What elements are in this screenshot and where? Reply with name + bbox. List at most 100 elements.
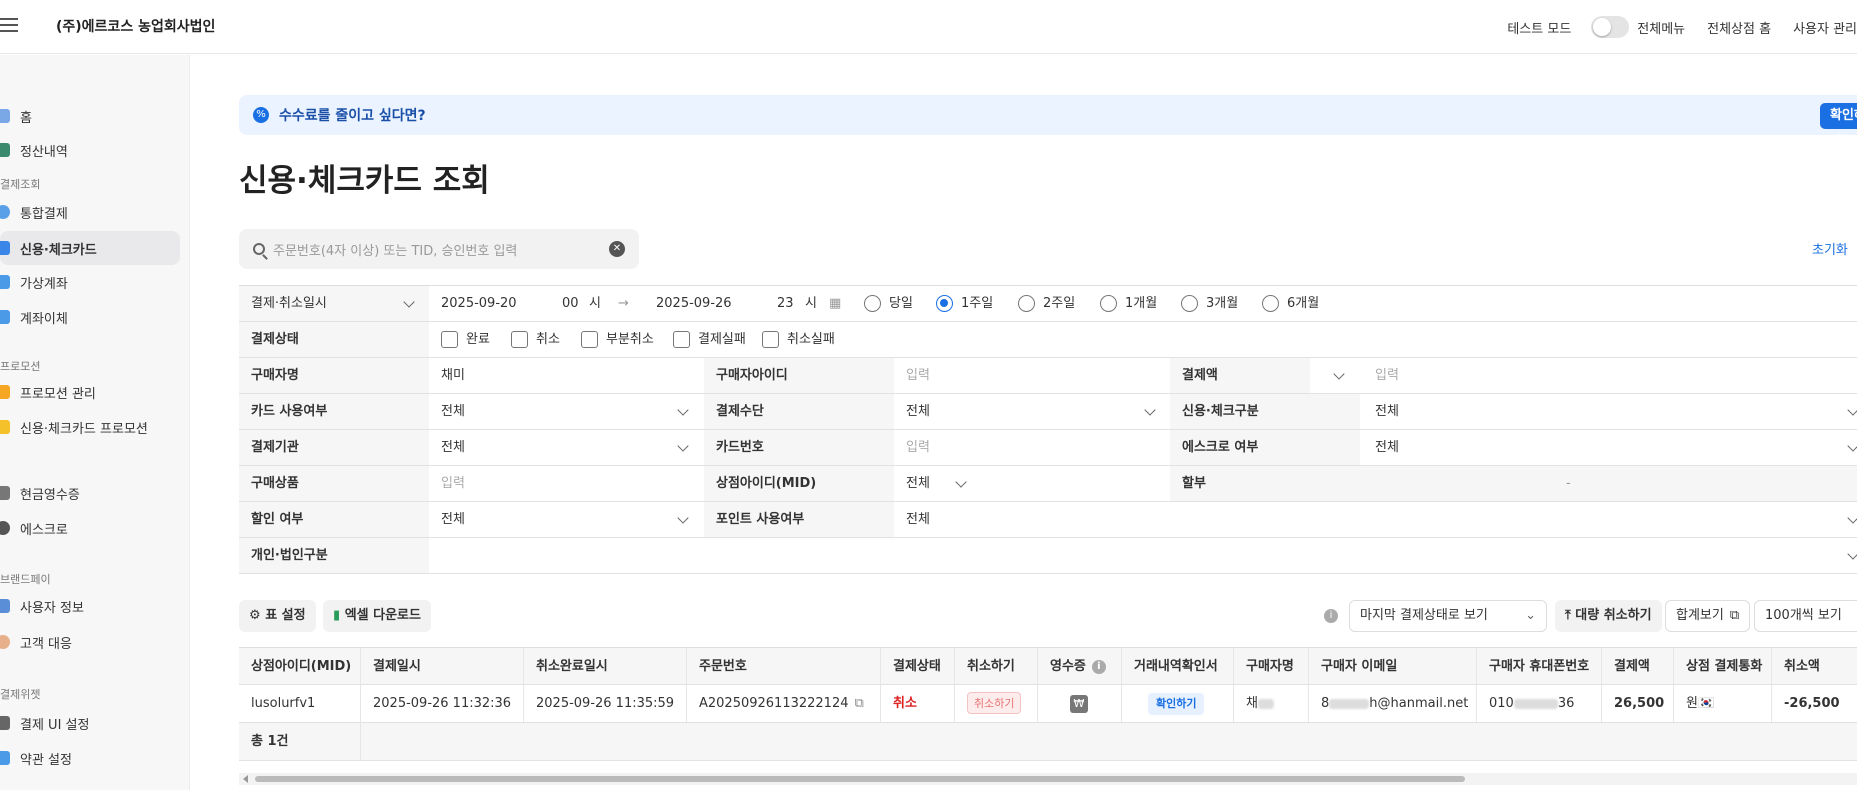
point-select[interactable]: 전체: [906, 502, 930, 537]
cell-paid-at: 2025-09-26 11:32:36: [361, 685, 524, 722]
scroll-left-icon[interactable]: [243, 775, 248, 783]
cancel-button[interactable]: 취소하기: [967, 692, 1022, 714]
method-select[interactable]: 전체: [906, 394, 930, 429]
table-total-row: 총 1건: [239, 723, 1857, 761]
menu-icon[interactable]: [0, 14, 20, 34]
filter-row-buyer: 구매자명 채미 구매자아이디 입력 결제액 입력: [239, 358, 1857, 394]
table-setting-button[interactable]: ⚙ 표 설정: [239, 600, 316, 632]
start-hour-input[interactable]: 00: [562, 286, 579, 321]
escrow-label: 에스크로 여부: [1170, 430, 1360, 465]
installment-range[interactable]: -: [1566, 466, 1571, 501]
status-fail-checkbox[interactable]: 결제실패: [673, 322, 746, 357]
end-hour-input[interactable]: 23: [777, 286, 794, 321]
range-1week[interactable]: 1주일: [936, 286, 993, 321]
credit-check-select[interactable]: 전체: [1375, 394, 1399, 429]
sidebar-item-card[interactable]: 신용·체크카드: [0, 231, 180, 265]
date-type-select[interactable]: 결제·취소일시: [239, 286, 429, 321]
banner-text: 수수료를 줄이고 싶다면?: [279, 108, 426, 124]
range-today[interactable]: 당일: [864, 286, 913, 321]
escrow-select[interactable]: 전체: [1375, 430, 1399, 465]
search-input[interactable]: 주문번호(4자 이상) 또는 TID, 승인번호 입력 ✕: [239, 229, 639, 269]
chevron-down-icon: [1847, 440, 1857, 452]
top-bar: (주)에르코스 농업회사법인 테스트 모드 전체메뉴 전체상점 홈 사용자 관리: [0, 0, 1857, 54]
start-date-input[interactable]: 2025-09-20: [441, 286, 517, 321]
sidebar-item-virtual[interactable]: 가상계좌: [0, 265, 68, 299]
table-row[interactable]: lusolurfv1 2025-09-26 11:32:36 2025-09-2…: [239, 685, 1857, 723]
sidebar-item-card-promo[interactable]: 신용·체크카드 프로모션: [0, 410, 148, 444]
filter-row-status: 결제상태 완료 취소 부분취소 결제실패 취소실패: [239, 322, 1857, 358]
horizontal-scrollbar[interactable]: [239, 773, 1857, 785]
card-icon: [0, 241, 10, 255]
amount-input[interactable]: 입력: [1375, 358, 1399, 393]
confirm-button[interactable]: 확인하기: [1148, 693, 1205, 715]
scrollbar-thumb[interactable]: [255, 776, 1465, 782]
filter-row-date: 결제·취소일시 2025-09-20 00 시 → 2025-09-26 23 …: [239, 286, 1857, 322]
card-use-select[interactable]: 전체: [441, 394, 465, 429]
sidebar-item-integrated[interactable]: 통합결제: [0, 195, 68, 229]
sidebar-item-promo-manage[interactable]: 프로모션 관리: [0, 375, 96, 409]
range-6month[interactable]: 6개월: [1262, 286, 1319, 321]
all-store-home-link[interactable]: 전체상점 홈: [1707, 18, 1771, 37]
discount-select[interactable]: 전체: [441, 502, 465, 537]
sidebar-item-customer[interactable]: 고객 대응: [0, 625, 72, 659]
sidebar-item-escrow[interactable]: 에스크로: [0, 511, 68, 545]
checkbox-icon: [762, 331, 779, 348]
arrow-right-icon: →: [618, 296, 629, 311]
gear-icon: ⚙: [249, 608, 266, 623]
range-3month[interactable]: 3개월: [1181, 286, 1238, 321]
sidebar-item-cash-receipt[interactable]: 현금영수증: [0, 476, 80, 510]
sidebar-item-transfer[interactable]: 계좌이체: [0, 300, 68, 334]
buyer-name-input[interactable]: 채미: [441, 358, 465, 393]
cell-amount: 26,500: [1602, 685, 1674, 722]
range-1month[interactable]: 1개월: [1100, 286, 1157, 321]
status-complete-checkbox[interactable]: 완료: [441, 322, 490, 357]
excel-download-button[interactable]: ▮ 엑셀 다운로드: [323, 600, 431, 632]
info-icon[interactable]: i: [1324, 609, 1338, 623]
installment-label: 할부: [1170, 466, 1310, 501]
status-cancel-checkbox[interactable]: 취소: [511, 322, 560, 357]
calendar-icon[interactable]: ▦: [829, 286, 841, 321]
buyer-id-input[interactable]: 입력: [906, 358, 930, 393]
sum-view-button[interactable]: 합계보기 ⧉: [1665, 600, 1751, 632]
col-cancel: 취소하기: [955, 648, 1038, 685]
all-menu-link[interactable]: 전체메뉴: [1637, 18, 1685, 37]
status-partial-checkbox[interactable]: 부분취소: [581, 322, 654, 357]
buyer-id-label: 구매자아이디: [704, 358, 894, 393]
per-page-select[interactable]: 100개씩 보기: [1754, 600, 1857, 632]
sidebar-item-ui-setting[interactable]: 결제 UI 설정: [0, 706, 89, 740]
institution-label: 결제기관: [239, 430, 429, 465]
sidebar-item-terms[interactable]: 약관 설정: [0, 741, 72, 775]
card-use-label: 카드 사용여부: [239, 394, 429, 429]
end-date-input[interactable]: 2025-09-26: [656, 286, 732, 321]
cell-currency: 원🇰🇷: [1674, 685, 1772, 722]
banner-confirm-button[interactable]: 확인하기: [1820, 103, 1857, 149]
bulk-cancel-button[interactable]: ⤒ 대량 취소하기: [1555, 600, 1662, 632]
personal-select[interactable]: [441, 538, 1857, 573]
status-cancel-fail-checkbox[interactable]: 취소실패: [762, 322, 835, 357]
sidebar-item-home[interactable]: 홈: [0, 99, 32, 133]
cell-receipt: ₩: [1038, 685, 1122, 722]
reset-button[interactable]: 초기화: [1812, 239, 1848, 258]
radio-icon: [1262, 295, 1279, 312]
sidebar-item-settlement[interactable]: 정산내역: [0, 133, 68, 167]
last-status-select[interactable]: 마지막 결제상태로 보기 ⌄: [1349, 600, 1547, 632]
copy-icon[interactable]: ⧉: [855, 696, 864, 711]
card-no-input[interactable]: 입력: [906, 430, 930, 465]
filter-row-card: 카드 사용여부 전체 결제수단 전체 신용·체크구분 전체: [239, 394, 1857, 430]
institution-select[interactable]: 전체: [441, 430, 465, 465]
mid-select[interactable]: 전체: [906, 466, 930, 501]
sidebar-section-widget: 결제위젯: [0, 688, 41, 701]
upload-icon: ⤒: [1565, 608, 1576, 623]
clear-icon[interactable]: ✕: [609, 241, 625, 257]
card-no-label: 카드번호: [704, 430, 894, 465]
receipt-icon[interactable]: ₩: [1070, 694, 1088, 713]
info-icon[interactable]: i: [1091, 659, 1106, 674]
test-mode-toggle[interactable]: [1591, 16, 1630, 38]
filter-row-institution: 결제기관 전체 카드번호 입력 에스크로 여부 전체: [239, 430, 1857, 466]
cell-mid: lusolurfv1: [239, 685, 361, 722]
amount-select[interactable]: 결제액: [1170, 358, 1310, 393]
range-2week[interactable]: 2주일: [1018, 286, 1075, 321]
sidebar-item-user-info[interactable]: 사용자 정보: [0, 589, 84, 623]
product-input[interactable]: 입력: [441, 466, 465, 501]
user-manage-link[interactable]: 사용자 관리: [1793, 18, 1857, 37]
